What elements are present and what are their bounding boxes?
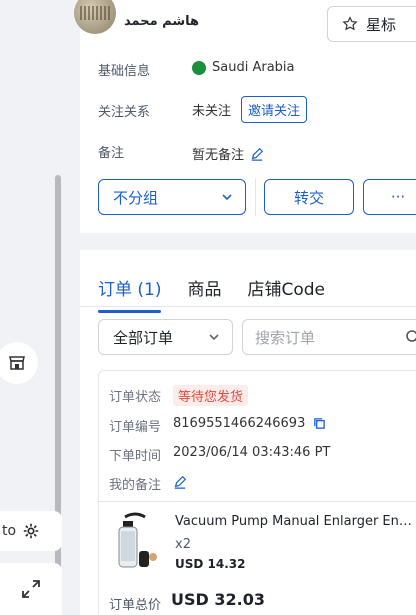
my-note-edit[interactable]	[173, 475, 187, 489]
country-value: Saudi Arabia	[192, 60, 295, 75]
tab-bar: 订单 (1) 商品 店铺Code	[98, 275, 325, 313]
group-select[interactable]: 不分组	[98, 179, 246, 215]
order-time-value: 2023/06/14 03:43:46 PT	[173, 445, 331, 460]
divider	[255, 178, 256, 216]
my-note-label: 我的备注	[109, 478, 162, 493]
flag-icon	[192, 60, 206, 75]
order-total-label: 订单总价	[109, 598, 162, 613]
basic-info-label: 基础信息	[98, 64, 151, 79]
auto-text: to	[2, 523, 17, 539]
product-title[interactable]: Vacuum Pump Manual Enlarger Enh...	[175, 514, 415, 529]
order-time-label: 下单时间	[109, 449, 162, 464]
more-button[interactable]: ···	[363, 179, 416, 215]
store-button[interactable]	[0, 342, 38, 384]
chevron-down-icon	[222, 194, 232, 201]
left-panel: to	[0, 0, 80, 615]
product-quantity: x2	[175, 537, 191, 552]
customer-card: هاشم محمد 星标 基础信息 Saudi Arabia 关注关系 未关注 …	[74, 0, 416, 233]
orders-card: 订单 (1) 商品 店铺Code 全部订单 搜索订单 订单状态 等待您发货 订单…	[80, 250, 416, 615]
store-icon	[9, 356, 25, 370]
order-filter-select[interactable]: 全部订单	[98, 319, 233, 355]
order-filter-value: 全部订单	[113, 328, 174, 347]
note-text: 暂无备注	[192, 148, 245, 163]
avatar[interactable]	[74, 0, 116, 34]
follow-value: 未关注 邀请关注	[192, 96, 308, 123]
status-badge: 等待您发货	[173, 385, 249, 406]
search-icon	[406, 330, 416, 342]
customer-name: هاشم محمد	[124, 14, 200, 29]
chevron-down-icon	[209, 334, 219, 341]
order-status-label: 订单状态	[109, 390, 162, 405]
order-status-value: 等待您发货	[173, 385, 249, 406]
group-select-label: 不分组	[113, 188, 159, 207]
order-search-input[interactable]: 搜索订单	[242, 319, 416, 355]
order-total-value: USD 32.03	[171, 590, 265, 609]
expand-button[interactable]	[0, 563, 62, 615]
copy-icon[interactable]	[313, 417, 326, 430]
order-divider	[99, 501, 416, 502]
follow-label: 关注关系	[98, 105, 151, 120]
follow-status: 未关注	[192, 104, 232, 119]
order-number-text: 8169551466246693	[173, 416, 306, 431]
edit-icon[interactable]	[173, 475, 187, 489]
product-price: USD 14.32	[175, 557, 246, 571]
note-value: 暂无备注	[192, 144, 264, 163]
invite-follow-button[interactable]: 邀请关注	[241, 96, 308, 123]
order-item[interactable]: 订单状态 等待您发货 订单编号 8169551466246693 下单时间 20…	[98, 370, 416, 615]
product-image[interactable]	[109, 511, 161, 573]
edit-icon[interactable]	[250, 147, 264, 161]
star-button[interactable]: 星标	[327, 6, 416, 42]
tab-orders[interactable]: 订单 (1)	[98, 275, 162, 313]
note-label: 备注	[98, 146, 125, 161]
search-placeholder: 搜索订单	[255, 328, 316, 347]
order-number-label: 订单编号	[109, 420, 162, 435]
auto-toggle[interactable]: to	[0, 511, 62, 551]
tab-store-code[interactable]: 店铺Code	[247, 275, 325, 300]
star-icon	[342, 16, 358, 31]
tab-products[interactable]: 商品	[187, 275, 221, 300]
country-text: Saudi Arabia	[212, 60, 295, 75]
expand-icon	[22, 580, 40, 598]
transfer-button[interactable]: 转交	[264, 179, 354, 215]
order-number-value: 8169551466246693	[173, 416, 326, 431]
star-label: 星标	[366, 15, 397, 34]
tab-divider	[80, 306, 416, 307]
gear-icon	[23, 523, 39, 539]
